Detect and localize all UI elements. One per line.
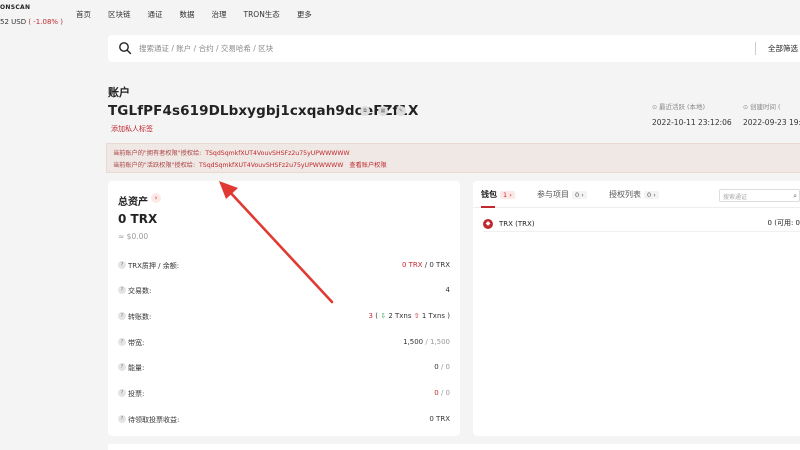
help-icon[interactable]: ?	[118, 338, 126, 346]
search-icon: ⌕	[793, 192, 797, 200]
last-active-time: 2022-10-11 23:12:06	[652, 118, 732, 127]
active-permission-address[interactable]: TSqdSqmkfXUT4VouvSHSFz2u75yUPWWWWW	[199, 162, 343, 169]
help-icon[interactable]: ?	[118, 312, 126, 320]
vote-reward-row: ? 待领取投票收益: 0 TRX	[118, 415, 450, 425]
transfer-count-row: ? 转账数: 3 ( ⇩ 2 Txns ⇧ 1 Txns )	[118, 312, 450, 322]
nav-item-tokens[interactable]: 通证	[148, 9, 163, 20]
last-active-block: 最近活跃 (本地) 2022-10-11 23:12:06	[652, 101, 732, 127]
stake-balance-row: ? TRX质押 / 余额: 0 TRX / 0 TRX	[118, 261, 450, 271]
txn-count-row: ? 交易数: 4	[118, 286, 450, 296]
nav-item-governance[interactable]: 治理	[212, 9, 227, 20]
owner-permission-address[interactable]: TSqdSqmkfXUT4VouvSHSFz2u75yUPWWWWW	[205, 150, 349, 157]
help-icon[interactable]: ?	[118, 261, 126, 269]
page-title: 账户	[108, 86, 130, 99]
created-block: 创建时间 ( 2022-09-23 19:1	[743, 101, 800, 127]
view-permissions-link[interactable]: 查看账户权限	[349, 162, 386, 169]
total-assets-title: 总资产	[118, 197, 148, 208]
bandwidth-row: ? 带宽: 1,500 / 1,500	[118, 338, 450, 348]
search-bar[interactable]: 搜索通证 / 账户 / 合约 / 交易哈希 / 区块 全部筛选	[108, 35, 800, 62]
active-permission-line: 当前账户的"活跃权限"授权给: TSqdSqmkfXUT4VouvSHSFz2u7…	[113, 162, 387, 169]
trx-price: 52 USD ( -1.08% )	[0, 18, 64, 26]
help-icon[interactable]: ?	[118, 286, 126, 294]
token-balance: 0 (可用: 0	[767, 219, 800, 227]
search-filter-dropdown[interactable]: 全部筛选	[768, 43, 798, 54]
search-divider	[755, 42, 756, 55]
brand-logo[interactable]: ONSCAN	[0, 4, 30, 11]
nav-item-more[interactable]: 更多	[297, 9, 312, 20]
votes-row: ? 投票: 0 / 0	[118, 389, 450, 399]
qrcode-icon[interactable]: ▦	[378, 106, 388, 116]
tab-wallet[interactable]: 钱包 1 ›	[481, 189, 515, 200]
arrow-up-icon: ⇧	[413, 312, 420, 320]
nav-item-data[interactable]: 数据	[180, 9, 195, 20]
created-label: 创建时间 (	[743, 103, 781, 111]
tab-projects[interactable]: 参与项目 0 ›	[537, 189, 587, 200]
edit-icon[interactable]: ✎	[396, 106, 406, 116]
token-row[interactable]: ◆ TRX (TRX) 0 (可用: 0	[483, 218, 800, 232]
nav-item-home[interactable]: 首页	[76, 9, 91, 20]
wallet-tabs: 钱包 1 › 参与项目 0 › 授权列表 0 › 搜索通证 ⌕	[473, 181, 800, 208]
total-assets-card: 总资产 › 0 TRX ≈ $0.00 ? TRX质押 / 余额: 0 TRX …	[108, 181, 460, 436]
arrow-down-icon: ⇩	[380, 312, 387, 320]
energy-row: ? 能量: 0 / 0	[118, 363, 450, 373]
permission-notice: 当前账户的"拥有者权限"授权给: TSqdSqmkfXUT4VouvSHSFz2u…	[106, 143, 800, 173]
nav-item-blockchain[interactable]: 区块链	[108, 9, 131, 20]
trx-logo-icon: ◆	[483, 219, 493, 229]
last-active-label: 最近活跃 (本地)	[652, 103, 705, 111]
copy-icon[interactable]: ⧉	[360, 106, 370, 116]
add-private-tag-link[interactable]: 添加私人标签	[111, 124, 153, 134]
wallet-card: 钱包 1 › 参与项目 0 › 授权列表 0 › 搜索通证 ⌕ ◆ TRX (TRX)…	[473, 181, 800, 436]
search-icon	[119, 42, 132, 55]
vote-reward-value: 0 TRX	[429, 415, 450, 423]
nav-item-ecosystem[interactable]: TRON生态	[244, 9, 280, 20]
help-icon[interactable]: ?	[118, 415, 126, 423]
tab-approvals[interactable]: 授权列表 0 ›	[609, 189, 659, 200]
chevron-right-icon[interactable]: ›	[151, 193, 161, 203]
address-actions: ⧉ ▦ ✎	[360, 106, 406, 116]
transfer-count[interactable]: 3	[369, 312, 373, 320]
top-bar: ONSCAN 52 USD ( -1.08% ) 首页 区块链 通证 数据 治理…	[0, 0, 800, 30]
total-assets-usd: ≈ $0.00	[118, 232, 149, 241]
main-nav: 首页 区块链 通证 数据 治理 TRON生态 更多	[76, 9, 329, 20]
owner-permission-line: 当前账户的"拥有者权限"授权给: TSqdSqmkfXUT4VouvSHSFz2u…	[113, 150, 350, 157]
price-change: ( -1.08% )	[28, 18, 64, 26]
search-input[interactable]: 搜索通证 / 账户 / 合约 / 交易哈希 / 区块	[139, 43, 273, 54]
next-section-peek	[108, 444, 800, 450]
active-tab-indicator	[481, 206, 495, 208]
help-icon[interactable]: ?	[118, 363, 126, 371]
token-search-input[interactable]: 搜索通证 ⌕	[719, 189, 800, 202]
help-icon[interactable]: ?	[118, 389, 126, 397]
txn-count[interactable]: 4	[446, 286, 450, 294]
token-name[interactable]: TRX (TRX)	[499, 220, 535, 228]
total-assets-value: 0 TRX	[118, 212, 158, 226]
created-time: 2022-09-23 19:1	[743, 118, 800, 127]
